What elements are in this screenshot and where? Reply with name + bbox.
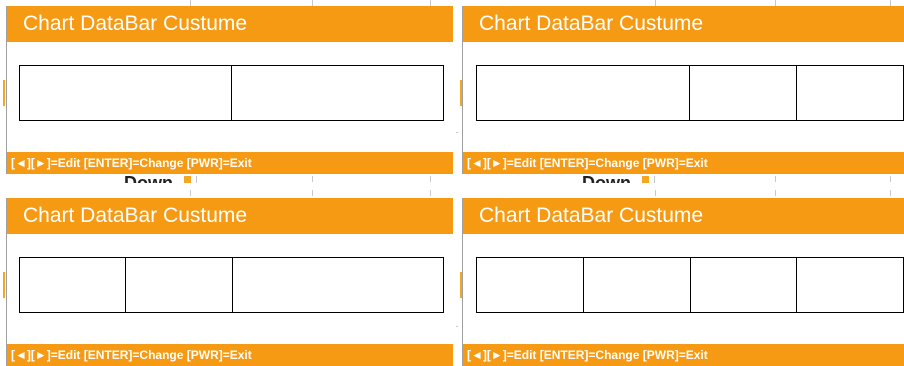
background-rule — [654, 176, 655, 183]
databar-cell[interactable] — [689, 66, 796, 120]
databar-settings-panel: Chart DataBar Custume [◄][►]=Edit [ENTER… — [462, 198, 904, 366]
databar-preview[interactable] — [476, 257, 904, 313]
background-rule — [890, 176, 891, 182]
background-rule — [655, 190, 656, 196]
databar-cell[interactable] — [20, 66, 231, 120]
databar-preview[interactable] — [19, 65, 444, 121]
key-hint-bar: [◄][►]=Edit [ENTER]=Change [PWR]=Exit — [463, 344, 904, 366]
databar-cell[interactable] — [231, 66, 443, 120]
databar-preview[interactable] — [476, 65, 904, 121]
databar-cell[interactable] — [582, 258, 690, 312]
background-rule — [775, 176, 776, 182]
databar-cell[interactable] — [796, 66, 903, 120]
databar-cell[interactable] — [20, 258, 125, 312]
databar-cell[interactable] — [477, 258, 583, 312]
databar-settings-panel: Chart DataBar Custume [◄][►]=Edit [ENTER… — [6, 6, 453, 174]
background-orange-mark — [642, 176, 649, 183]
panel-title: Chart DataBar Custume — [7, 6, 453, 42]
key-hint-bar: [◄][►]=Edit [ENTER]=Change [PWR]=Exit — [463, 152, 904, 174]
background-rule — [312, 176, 313, 182]
databar-settings-panel: Chart DataBar Custume [◄][►]=Edit [ENTER… — [462, 6, 904, 174]
background-partial-text: Down — [124, 174, 173, 183]
key-hint-bar: [◄][►]=Edit [ENTER]=Change [PWR]=Exit — [7, 344, 453, 366]
background-rule — [430, 176, 431, 182]
databar-preview[interactable] — [19, 257, 444, 313]
background-orange-mark — [3, 80, 5, 106]
databar-cell[interactable] — [477, 66, 689, 120]
panel-title: Chart DataBar Custume — [7, 198, 453, 234]
panel-title: Chart DataBar Custume — [463, 6, 904, 42]
databar-cell[interactable] — [796, 258, 903, 312]
background-rule — [775, 190, 776, 196]
background-rule — [430, 190, 431, 196]
background-dot — [456, 326, 458, 327]
databar-settings-panel: Chart DataBar Custume [◄][►]=Edit [ENTER… — [6, 198, 453, 366]
background-partial-text: Down — [582, 174, 631, 183]
panel-title: Chart DataBar Custume — [463, 198, 904, 234]
screenshot-stage: Down Down Chart DataBar Custume [◄][►]=E… — [0, 0, 904, 366]
background-dot — [456, 132, 458, 133]
background-orange-mark — [3, 272, 5, 298]
databar-cell[interactable] — [689, 258, 797, 312]
background-orange-mark — [184, 176, 191, 183]
databar-cell[interactable] — [125, 258, 231, 312]
background-rule — [190, 190, 191, 196]
background-rule — [196, 176, 197, 183]
databar-cell[interactable] — [231, 258, 444, 312]
background-rule — [312, 190, 313, 196]
background-rule — [890, 190, 891, 196]
key-hint-bar: [◄][►]=Edit [ENTER]=Change [PWR]=Exit — [7, 152, 453, 174]
